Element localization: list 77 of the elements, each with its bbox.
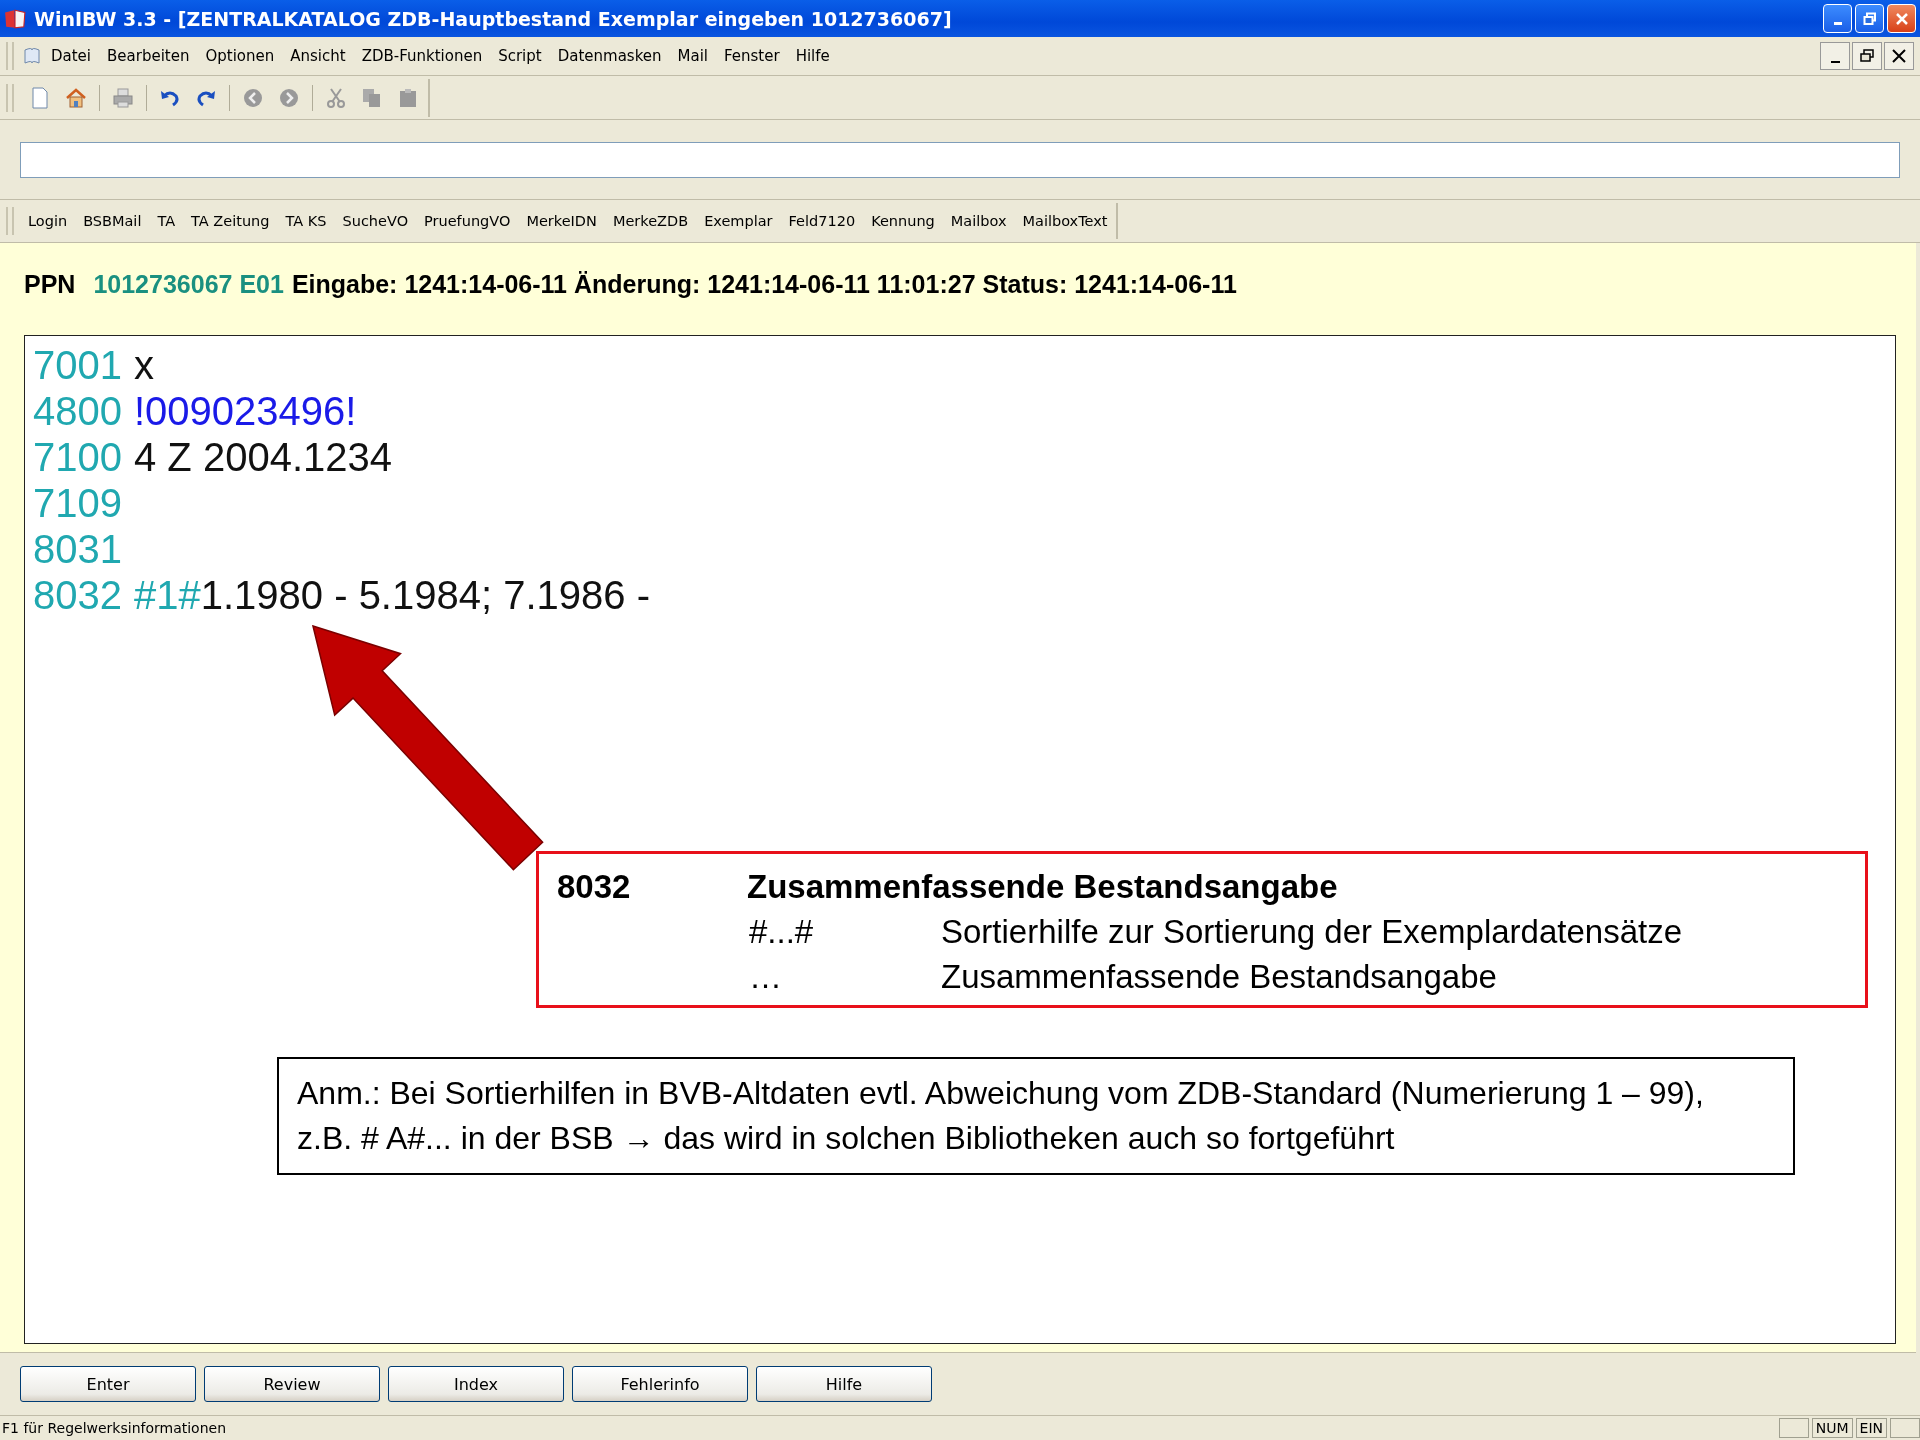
copy-icon <box>361 86 383 109</box>
close-icon <box>1894 11 1909 26</box>
action-button[interactable]: Fehlerinfo <box>572 1366 748 1402</box>
script-button[interactable]: PruefungVO <box>416 210 519 232</box>
menu-item[interactable]: Mail <box>670 44 715 68</box>
book-icon <box>4 7 26 30</box>
menu-item[interactable]: Datenmasken <box>550 44 669 68</box>
page-icon <box>30 86 50 109</box>
field-tag: 7001 <box>33 342 122 388</box>
script-button[interactable]: TA KS <box>277 210 335 232</box>
menu-item[interactable]: ZDB-Funktionen <box>354 44 490 68</box>
menu-item[interactable]: Optionen <box>198 44 282 68</box>
script-button[interactable]: MerkeZDB <box>604 210 697 232</box>
field-code: 8032 <box>557 867 632 906</box>
minimize-button[interactable] <box>1820 42 1850 70</box>
status-pane <box>1778 1418 1809 1438</box>
house-icon <box>65 86 87 109</box>
status-text: F1 für Regelwerksinformationen <box>2 1420 228 1436</box>
window-title: WinIBW 3.3 - [ZENTRALKATALOG ZDB-Hauptbestand Exemplar eingeben 1012736067] <box>34 7 953 30</box>
script-button[interactable]: TA <box>149 210 184 232</box>
toolbar-grip[interactable] <box>6 207 14 235</box>
scissors-icon <box>325 86 347 109</box>
command-field[interactable] <box>20 141 1900 178</box>
ppn-label: PPN <box>24 269 76 299</box>
field-value: 1.1980 - 5.1984; 7.1986 - <box>200 572 650 618</box>
toolbar-grip[interactable] <box>6 42 14 70</box>
script-button[interactable]: Mailbox <box>942 210 1015 232</box>
field-tag: 7100 <box>33 434 122 480</box>
note-text: Anm.: Bei Sortierhilfen in BVB-Altdaten evtl. Abweichung vom ZDB-Standard (Numerierung 1 – 99), z.B. # A#... in der BSB → das wird in solchen Bibliotheken auch so fortgeführt <box>297 1075 1704 1156</box>
subfield-description: Sortierhilfe zur Sortierung der Exemplardatensätze <box>941 912 1683 951</box>
subfield-marker: #1# <box>134 572 201 618</box>
action-button[interactable]: Hilfe <box>756 1366 932 1402</box>
ppn-number: 1012736067 E01 <box>93 269 284 299</box>
printer-icon <box>112 86 134 109</box>
status-pane <box>1890 1418 1920 1438</box>
subfield-symbol: #...# <box>748 912 815 951</box>
script-button[interactable]: Kennung <box>863 210 943 232</box>
menu-item[interactable]: Datei <box>44 44 99 68</box>
subfield-symbol: … <box>748 957 783 996</box>
restore-icon <box>1862 11 1877 26</box>
menu-item[interactable]: Fenster <box>717 44 787 68</box>
close-icon <box>1891 48 1907 64</box>
script-button[interactable]: Feld7120 <box>780 210 864 232</box>
script-button[interactable]: MerkeIDN <box>518 210 605 232</box>
script-button[interactable]: Login <box>20 210 76 232</box>
minimize-icon <box>1830 61 1840 63</box>
field-value: 4 Z 2004.1234 <box>134 434 392 480</box>
field-tag: 4800 <box>33 388 122 434</box>
subfield-description: Zusammenfassende Bestandsangabe <box>941 957 1497 996</box>
field-title: Zusammenfassende Bestandsangabe <box>747 867 1338 906</box>
toolbar-grip[interactable] <box>6 83 14 112</box>
status-indicator: EIN <box>1855 1418 1887 1438</box>
clipboard-icon <box>397 86 419 109</box>
restore-button[interactable] <box>1852 42 1882 70</box>
restore-icon <box>1859 48 1875 64</box>
field-value: x <box>134 342 154 388</box>
script-button[interactable]: Exemplar <box>696 210 781 232</box>
action-button[interactable]: Enter <box>20 1366 196 1402</box>
script-button[interactable]: MailboxText <box>1014 210 1116 232</box>
menu-item[interactable]: Bearbeiten <box>100 44 197 68</box>
action-button[interactable]: Index <box>388 1366 564 1402</box>
document-icon <box>22 46 42 66</box>
status-indicator: NUM <box>1811 1418 1853 1438</box>
field-tag: 8032 <box>33 572 122 618</box>
script-button[interactable]: TA Zeitung <box>183 210 278 232</box>
script-button[interactable]: BSBMail <box>75 210 150 232</box>
linked-id: !009023496! <box>134 388 357 434</box>
action-button[interactable]: Review <box>204 1366 380 1402</box>
script-button[interactable]: SucheVO <box>334 210 417 232</box>
menu-item[interactable]: Hilfe <box>788 44 837 68</box>
field-tag: 8031 <box>33 526 122 572</box>
field-tag: 7109 <box>33 480 122 526</box>
close-button[interactable] <box>1884 42 1914 70</box>
menu-item[interactable]: Ansicht <box>283 44 353 68</box>
menu-item[interactable]: Script <box>491 44 549 68</box>
minimize-icon <box>1833 22 1842 25</box>
record-dates: Eingabe: 1241:14-06-11 Änderung: 1241:14-06-11 11:01:27 Status: 1241:14-06-11 <box>291 269 1237 299</box>
